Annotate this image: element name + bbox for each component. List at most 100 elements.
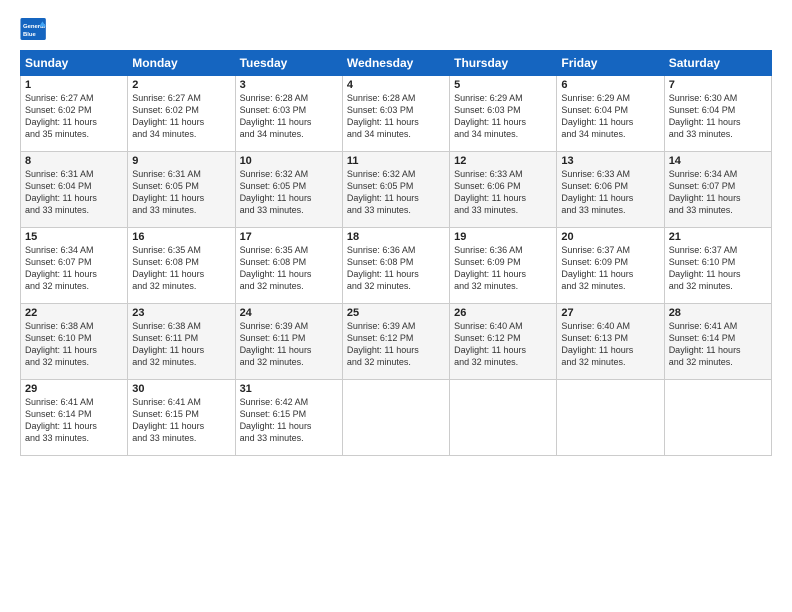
day-number: 27 bbox=[561, 307, 659, 319]
calendar-day-cell: 4Sunrise: 6:28 AM Sunset: 6:03 PM Daylig… bbox=[342, 76, 449, 152]
day-number: 15 bbox=[25, 231, 123, 243]
header: General Blue bbox=[20, 18, 772, 40]
calendar-header-cell: Friday bbox=[557, 51, 664, 76]
calendar-day-cell: 18Sunrise: 6:36 AM Sunset: 6:08 PM Dayli… bbox=[342, 228, 449, 304]
day-number: 18 bbox=[347, 231, 445, 243]
day-number: 28 bbox=[669, 307, 767, 319]
day-info: Sunrise: 6:30 AM Sunset: 6:04 PM Dayligh… bbox=[669, 92, 767, 141]
day-info: Sunrise: 6:40 AM Sunset: 6:12 PM Dayligh… bbox=[454, 320, 552, 369]
day-number: 9 bbox=[132, 155, 230, 167]
calendar-day-cell: 16Sunrise: 6:35 AM Sunset: 6:08 PM Dayli… bbox=[128, 228, 235, 304]
day-number: 13 bbox=[561, 155, 659, 167]
calendar-day-cell: 2Sunrise: 6:27 AM Sunset: 6:02 PM Daylig… bbox=[128, 76, 235, 152]
day-number: 30 bbox=[132, 383, 230, 395]
calendar-header-cell: Wednesday bbox=[342, 51, 449, 76]
calendar-day-cell: 3Sunrise: 6:28 AM Sunset: 6:03 PM Daylig… bbox=[235, 76, 342, 152]
day-info: Sunrise: 6:36 AM Sunset: 6:08 PM Dayligh… bbox=[347, 244, 445, 293]
logo: General Blue bbox=[20, 18, 52, 40]
day-info: Sunrise: 6:31 AM Sunset: 6:05 PM Dayligh… bbox=[132, 168, 230, 217]
day-info: Sunrise: 6:39 AM Sunset: 6:12 PM Dayligh… bbox=[347, 320, 445, 369]
calendar-day-cell: 11Sunrise: 6:32 AM Sunset: 6:05 PM Dayli… bbox=[342, 152, 449, 228]
day-info: Sunrise: 6:35 AM Sunset: 6:08 PM Dayligh… bbox=[132, 244, 230, 293]
calendar-week-row: 15Sunrise: 6:34 AM Sunset: 6:07 PM Dayli… bbox=[21, 228, 772, 304]
day-info: Sunrise: 6:39 AM Sunset: 6:11 PM Dayligh… bbox=[240, 320, 338, 369]
day-info: Sunrise: 6:28 AM Sunset: 6:03 PM Dayligh… bbox=[347, 92, 445, 141]
calendar-day-cell: 28Sunrise: 6:41 AM Sunset: 6:14 PM Dayli… bbox=[664, 304, 771, 380]
calendar-day-cell bbox=[342, 380, 449, 456]
calendar-day-cell: 25Sunrise: 6:39 AM Sunset: 6:12 PM Dayli… bbox=[342, 304, 449, 380]
day-info: Sunrise: 6:34 AM Sunset: 6:07 PM Dayligh… bbox=[25, 244, 123, 293]
calendar-day-cell bbox=[664, 380, 771, 456]
day-info: Sunrise: 6:28 AM Sunset: 6:03 PM Dayligh… bbox=[240, 92, 338, 141]
calendar-day-cell: 21Sunrise: 6:37 AM Sunset: 6:10 PM Dayli… bbox=[664, 228, 771, 304]
calendar-day-cell: 15Sunrise: 6:34 AM Sunset: 6:07 PM Dayli… bbox=[21, 228, 128, 304]
calendar-header-cell: Tuesday bbox=[235, 51, 342, 76]
day-info: Sunrise: 6:41 AM Sunset: 6:14 PM Dayligh… bbox=[25, 396, 123, 445]
day-info: Sunrise: 6:35 AM Sunset: 6:08 PM Dayligh… bbox=[240, 244, 338, 293]
day-number: 19 bbox=[454, 231, 552, 243]
calendar-day-cell: 26Sunrise: 6:40 AM Sunset: 6:12 PM Dayli… bbox=[450, 304, 557, 380]
calendar-week-row: 22Sunrise: 6:38 AM Sunset: 6:10 PM Dayli… bbox=[21, 304, 772, 380]
day-number: 4 bbox=[347, 79, 445, 91]
day-number: 3 bbox=[240, 79, 338, 91]
calendar-header-cell: Monday bbox=[128, 51, 235, 76]
day-info: Sunrise: 6:29 AM Sunset: 6:03 PM Dayligh… bbox=[454, 92, 552, 141]
day-number: 22 bbox=[25, 307, 123, 319]
day-info: Sunrise: 6:33 AM Sunset: 6:06 PM Dayligh… bbox=[561, 168, 659, 217]
day-info: Sunrise: 6:38 AM Sunset: 6:10 PM Dayligh… bbox=[25, 320, 123, 369]
day-number: 17 bbox=[240, 231, 338, 243]
day-info: Sunrise: 6:34 AM Sunset: 6:07 PM Dayligh… bbox=[669, 168, 767, 217]
calendar-day-cell: 27Sunrise: 6:40 AM Sunset: 6:13 PM Dayli… bbox=[557, 304, 664, 380]
calendar-day-cell: 6Sunrise: 6:29 AM Sunset: 6:04 PM Daylig… bbox=[557, 76, 664, 152]
day-number: 10 bbox=[240, 155, 338, 167]
day-info: Sunrise: 6:27 AM Sunset: 6:02 PM Dayligh… bbox=[25, 92, 123, 141]
day-info: Sunrise: 6:37 AM Sunset: 6:09 PM Dayligh… bbox=[561, 244, 659, 293]
calendar-header-row: SundayMondayTuesdayWednesdayThursdayFrid… bbox=[21, 51, 772, 76]
day-number: 14 bbox=[669, 155, 767, 167]
calendar-day-cell: 30Sunrise: 6:41 AM Sunset: 6:15 PM Dayli… bbox=[128, 380, 235, 456]
day-number: 8 bbox=[25, 155, 123, 167]
calendar-day-cell: 8Sunrise: 6:31 AM Sunset: 6:04 PM Daylig… bbox=[21, 152, 128, 228]
calendar-day-cell: 17Sunrise: 6:35 AM Sunset: 6:08 PM Dayli… bbox=[235, 228, 342, 304]
calendar-header-cell: Thursday bbox=[450, 51, 557, 76]
calendar-page: General Blue SundayMondayTuesdayWednesda… bbox=[0, 0, 792, 612]
calendar-day-cell: 12Sunrise: 6:33 AM Sunset: 6:06 PM Dayli… bbox=[450, 152, 557, 228]
day-number: 1 bbox=[25, 79, 123, 91]
calendar-day-cell: 20Sunrise: 6:37 AM Sunset: 6:09 PM Dayli… bbox=[557, 228, 664, 304]
day-info: Sunrise: 6:29 AM Sunset: 6:04 PM Dayligh… bbox=[561, 92, 659, 141]
calendar-week-row: 1Sunrise: 6:27 AM Sunset: 6:02 PM Daylig… bbox=[21, 76, 772, 152]
day-number: 31 bbox=[240, 383, 338, 395]
day-number: 5 bbox=[454, 79, 552, 91]
day-info: Sunrise: 6:31 AM Sunset: 6:04 PM Dayligh… bbox=[25, 168, 123, 217]
calendar-day-cell bbox=[450, 380, 557, 456]
svg-text:Blue: Blue bbox=[23, 32, 37, 38]
calendar-header-cell: Sunday bbox=[21, 51, 128, 76]
calendar-day-cell: 10Sunrise: 6:32 AM Sunset: 6:05 PM Dayli… bbox=[235, 152, 342, 228]
day-number: 26 bbox=[454, 307, 552, 319]
day-number: 23 bbox=[132, 307, 230, 319]
day-number: 21 bbox=[669, 231, 767, 243]
calendar-day-cell: 14Sunrise: 6:34 AM Sunset: 6:07 PM Dayli… bbox=[664, 152, 771, 228]
calendar-day-cell: 22Sunrise: 6:38 AM Sunset: 6:10 PM Dayli… bbox=[21, 304, 128, 380]
logo-icon: General Blue bbox=[20, 18, 48, 40]
day-info: Sunrise: 6:41 AM Sunset: 6:15 PM Dayligh… bbox=[132, 396, 230, 445]
day-number: 2 bbox=[132, 79, 230, 91]
day-number: 11 bbox=[347, 155, 445, 167]
calendar-day-cell: 13Sunrise: 6:33 AM Sunset: 6:06 PM Dayli… bbox=[557, 152, 664, 228]
day-info: Sunrise: 6:41 AM Sunset: 6:14 PM Dayligh… bbox=[669, 320, 767, 369]
calendar-day-cell: 19Sunrise: 6:36 AM Sunset: 6:09 PM Dayli… bbox=[450, 228, 557, 304]
day-number: 25 bbox=[347, 307, 445, 319]
calendar-day-cell: 29Sunrise: 6:41 AM Sunset: 6:14 PM Dayli… bbox=[21, 380, 128, 456]
day-number: 29 bbox=[25, 383, 123, 395]
calendar-week-row: 8Sunrise: 6:31 AM Sunset: 6:04 PM Daylig… bbox=[21, 152, 772, 228]
calendar-body: 1Sunrise: 6:27 AM Sunset: 6:02 PM Daylig… bbox=[21, 76, 772, 456]
day-number: 12 bbox=[454, 155, 552, 167]
calendar-table: SundayMondayTuesdayWednesdayThursdayFrid… bbox=[20, 50, 772, 456]
day-info: Sunrise: 6:40 AM Sunset: 6:13 PM Dayligh… bbox=[561, 320, 659, 369]
day-number: 24 bbox=[240, 307, 338, 319]
day-number: 6 bbox=[561, 79, 659, 91]
calendar-week-row: 29Sunrise: 6:41 AM Sunset: 6:14 PM Dayli… bbox=[21, 380, 772, 456]
calendar-day-cell: 1Sunrise: 6:27 AM Sunset: 6:02 PM Daylig… bbox=[21, 76, 128, 152]
day-number: 7 bbox=[669, 79, 767, 91]
calendar-day-cell: 24Sunrise: 6:39 AM Sunset: 6:11 PM Dayli… bbox=[235, 304, 342, 380]
